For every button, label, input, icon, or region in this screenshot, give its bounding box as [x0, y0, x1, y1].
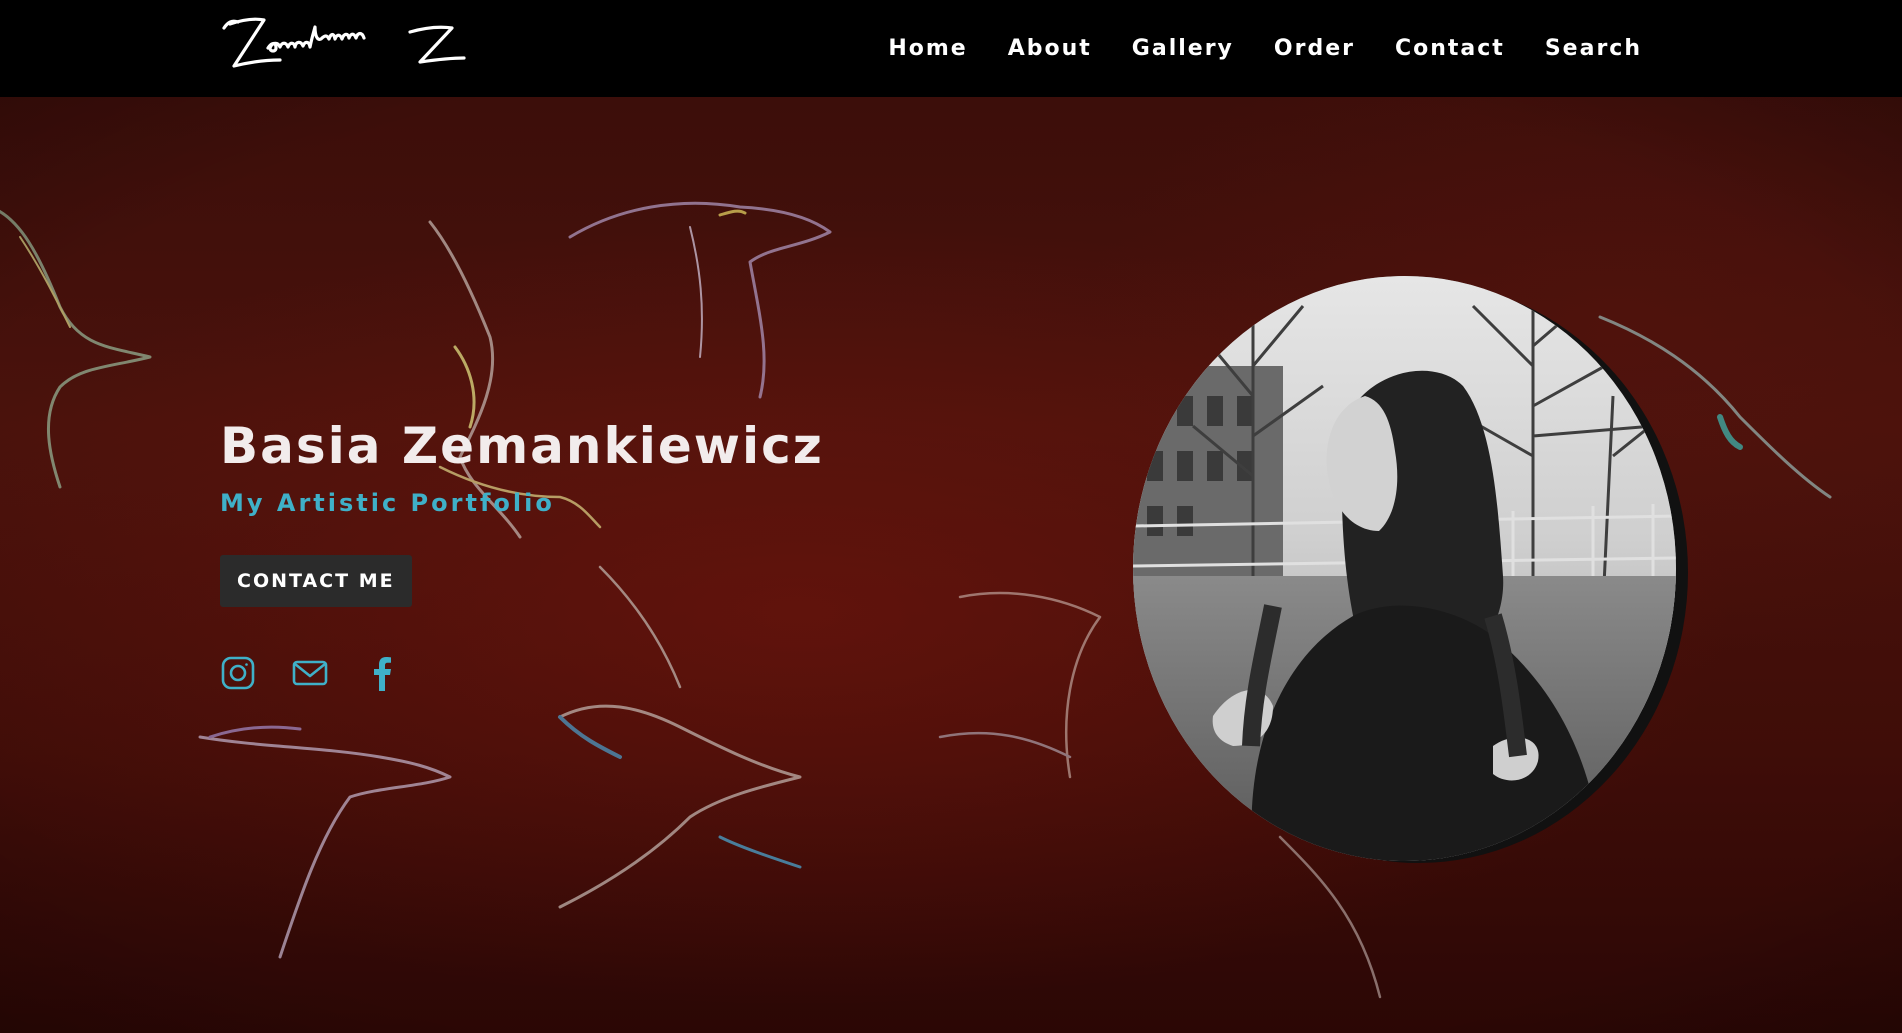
- contact-me-button[interactable]: CONTACT ME: [220, 555, 412, 607]
- nav-gallery[interactable]: Gallery: [1132, 36, 1234, 61]
- social-links: [220, 655, 824, 691]
- nav-contact[interactable]: Contact: [1395, 36, 1505, 61]
- artist-portrait: [1133, 276, 1676, 861]
- signature-logo: [222, 17, 466, 68]
- nav-order[interactable]: Order: [1274, 36, 1355, 61]
- facebook-icon[interactable]: [364, 655, 400, 691]
- hero-section: Basia Zemankiewicz My Artistic Portfolio…: [0, 97, 1902, 1033]
- hero-subtitle: My Artistic Portfolio: [220, 489, 555, 517]
- instagram-icon[interactable]: [220, 655, 256, 691]
- main-nav: Home About Gallery Order Contact Search: [848, 0, 1642, 97]
- nav-about[interactable]: About: [1008, 36, 1092, 61]
- hero-title: Basia Zemankiewicz: [220, 417, 824, 475]
- nav-home[interactable]: Home: [888, 36, 967, 61]
- nav-search[interactable]: Search: [1545, 36, 1642, 61]
- page: Home About Gallery Order Contact Search: [0, 0, 1902, 1033]
- envelope-icon[interactable]: [292, 655, 328, 691]
- hero-text-block: Basia Zemankiewicz My Artistic Portfolio…: [220, 417, 824, 691]
- top-navbar: Home About Gallery Order Contact Search: [0, 0, 1902, 97]
- site-logo[interactable]: [220, 14, 470, 80]
